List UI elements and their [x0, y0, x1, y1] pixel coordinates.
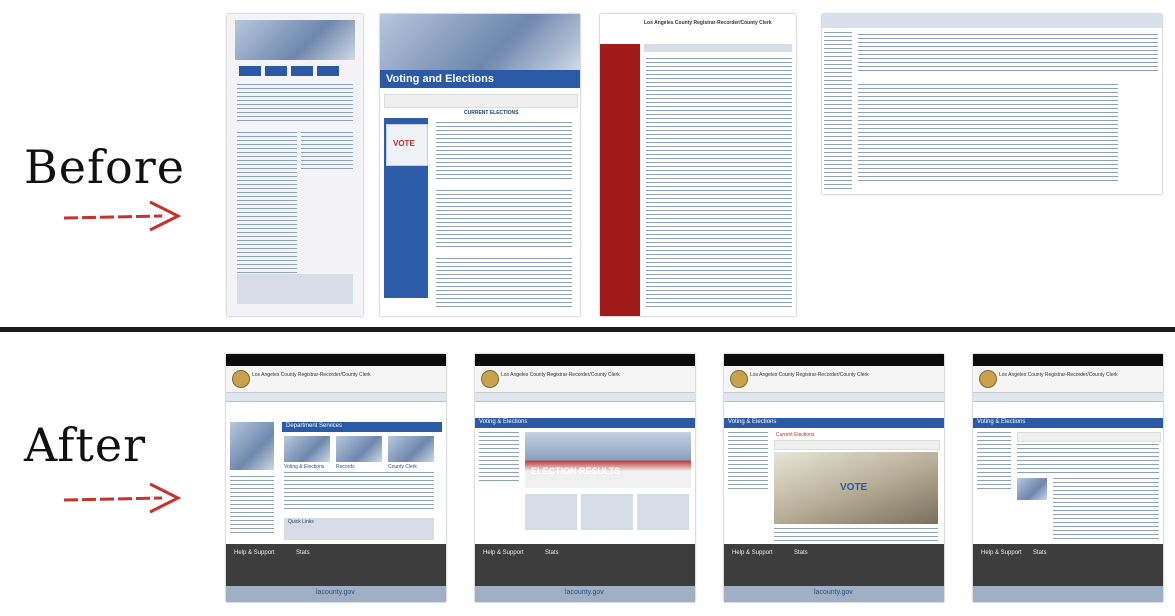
site-header: Los Angeles County Registrar-Recorder/Co… [644, 20, 772, 26]
voting-booth-photo: VOTE [774, 452, 938, 524]
hero-photo: ELECTION RESULTS [525, 432, 691, 488]
vote-badge: VOTE [393, 139, 415, 148]
text-block [1053, 478, 1159, 540]
section-heading: Current Elections [776, 432, 815, 438]
footer-stats: Stats [545, 550, 559, 556]
banner-title: Voting & Elections [977, 419, 1026, 425]
clerk-photo [388, 436, 434, 462]
after-arrow-icon [63, 482, 182, 514]
section-divider [0, 327, 1175, 332]
after-current-elections-thumbnail[interactable]: Los Angeles County Registrar-Recorder/Co… [724, 354, 944, 602]
column-heading: Records [336, 464, 355, 470]
brand-logo: lacounty.gov [814, 589, 853, 596]
services-list [436, 258, 572, 308]
section-heading: CURRENT ELECTIONS [464, 110, 519, 116]
before-elections-list-thumbnail[interactable]: Los Angeles County Registrar-Recorder/Co… [600, 14, 796, 316]
footer-stats: Stats [794, 550, 808, 556]
nav-button [265, 66, 287, 76]
before-home-thumbnail[interactable] [227, 14, 363, 316]
after-label: After [24, 418, 147, 472]
link-list [237, 132, 297, 292]
after-voting-thumbnail[interactable]: Los Angeles County Registrar-Recorder/Co… [475, 354, 695, 602]
footer-help: Help & Support [732, 550, 773, 556]
footer-help: Help & Support [483, 550, 524, 556]
site-header: Los Angeles County Registrar-Recorder/Co… [750, 372, 869, 378]
quick-links-bar: Quick Links [284, 518, 434, 540]
text-block [1017, 444, 1159, 474]
footer-stats: Stats [296, 550, 310, 556]
list-header [644, 44, 792, 52]
feature-tile [637, 494, 689, 530]
nav-bar [226, 393, 446, 402]
feature-tile [525, 494, 577, 530]
profile-photo [230, 422, 274, 470]
vote-badge: VOTE [840, 482, 868, 493]
footer-help: Help & Support [981, 550, 1022, 556]
nav-bar [475, 393, 695, 402]
elections-list [646, 58, 792, 308]
quick-links-title: Quick Links [288, 519, 314, 525]
header-photo [235, 20, 355, 60]
footer-block [237, 274, 353, 304]
service-links [284, 472, 434, 512]
sidebar-links [824, 32, 852, 192]
sidebar-links [728, 432, 768, 492]
text-block [858, 34, 1158, 74]
records-photo [336, 436, 382, 462]
banner-title: Department Services [286, 423, 343, 429]
tab-bar [774, 440, 940, 450]
nav-bar [724, 393, 944, 402]
text-block [237, 84, 353, 124]
after-detail-thumbnail[interactable]: Los Angeles County Registrar-Recorder/Co… [973, 354, 1163, 602]
county-seal-icon [232, 370, 250, 388]
before-label: Before [24, 140, 185, 194]
text-block [301, 132, 353, 172]
site-header: Los Angeles County Registrar-Recorder/Co… [501, 372, 620, 378]
nav-button [239, 66, 261, 76]
brand-logo: lacounty.gov [565, 589, 604, 596]
sidebar-links [479, 432, 519, 482]
hero-title: ELECTION RESULTS [531, 466, 621, 476]
election-list [436, 122, 572, 182]
banner-title: Voting & Elections [728, 419, 777, 425]
text-block [858, 84, 1118, 184]
before-arrow-icon [63, 200, 182, 232]
title-band: Voting and Elections [380, 70, 580, 88]
thumbnail-photo [1017, 478, 1047, 500]
register-badge: VOTE [386, 124, 428, 166]
before-text-page-thumbnail[interactable] [822, 14, 1162, 194]
nav-bar [384, 94, 578, 108]
nav-button [317, 66, 339, 76]
nav-bar [973, 393, 1163, 402]
sidebar-links [230, 476, 274, 536]
quick-links [436, 190, 572, 250]
header [822, 14, 1162, 28]
column-heading: Voting & Elections [284, 464, 325, 470]
header-photo [380, 14, 580, 70]
footer-stats: Stats [1033, 550, 1047, 556]
nav-button [291, 66, 313, 76]
sidebar-nav [600, 44, 640, 316]
feature-tile [581, 494, 633, 530]
county-seal-icon [481, 370, 499, 388]
after-home-thumbnail[interactable]: Los Angeles County Registrar-Recorder/Co… [226, 354, 446, 602]
voting-photo [284, 436, 330, 462]
footer-help: Help & Support [234, 550, 275, 556]
sidebar-links [977, 432, 1011, 492]
column-heading: County Clerk [388, 464, 417, 470]
page-title: Voting and Elections [386, 73, 494, 85]
county-seal-icon [730, 370, 748, 388]
banner-title: Voting & Elections [479, 419, 528, 425]
caption-text [774, 528, 938, 542]
brand-logo: lacounty.gov [316, 589, 355, 596]
county-seal-icon [979, 370, 997, 388]
tab-bar [1017, 432, 1161, 442]
before-voting-thumbnail[interactable]: Voting and Elections CURRENT ELECTIONS V… [380, 14, 580, 316]
site-header: Los Angeles County Registrar-Recorder/Co… [999, 372, 1118, 378]
site-header: Los Angeles County Registrar-Recorder/Co… [252, 372, 371, 378]
